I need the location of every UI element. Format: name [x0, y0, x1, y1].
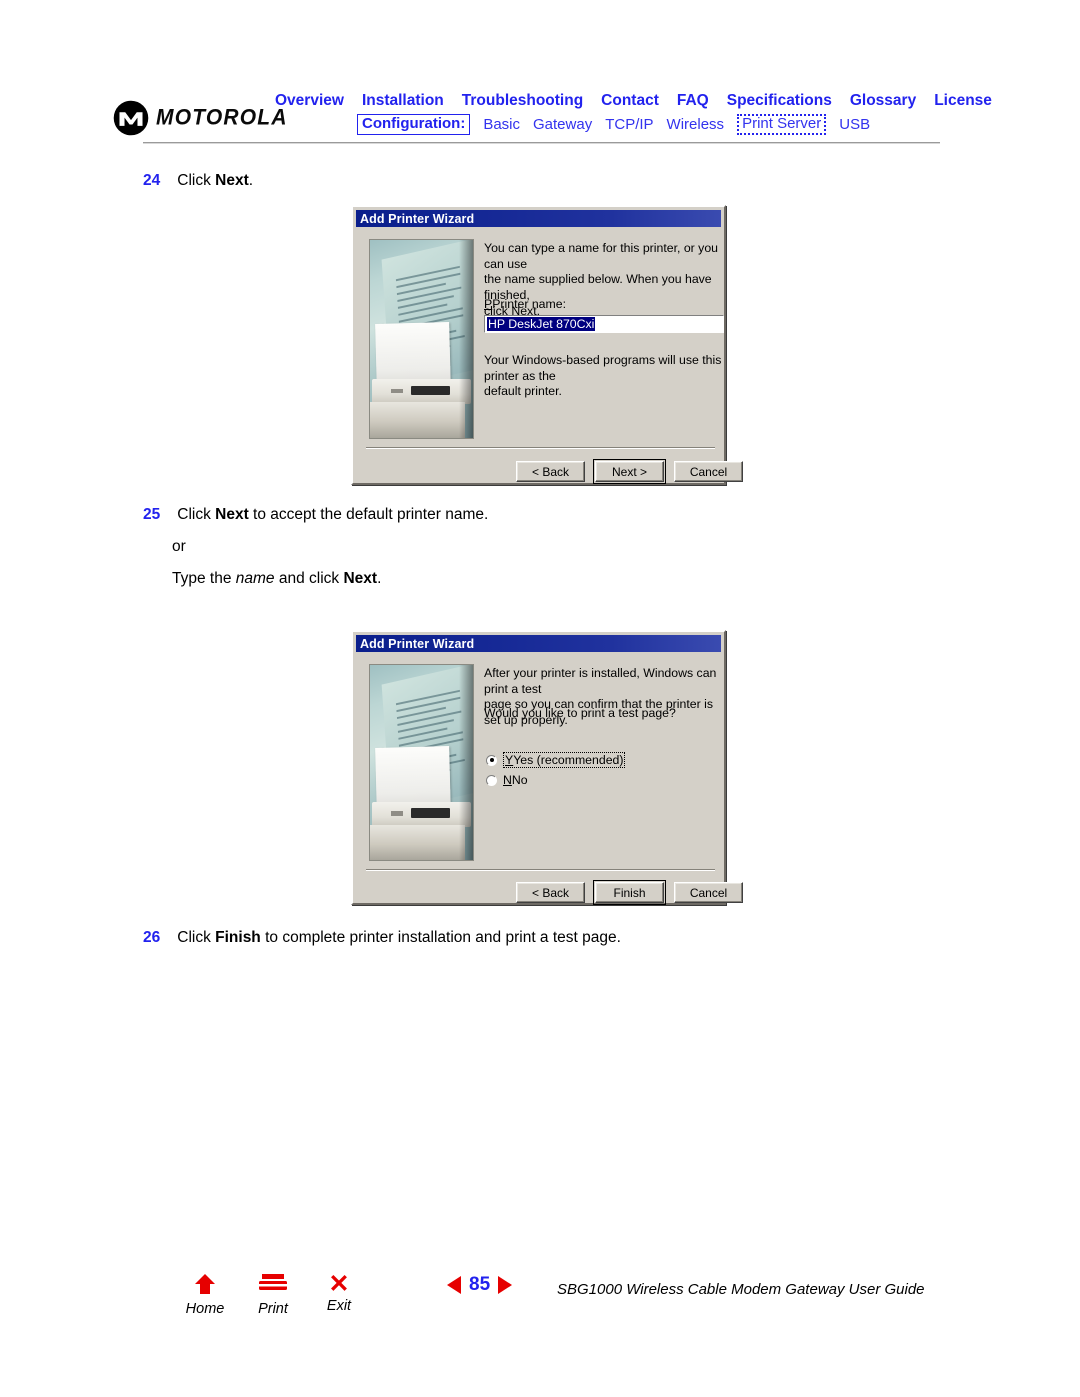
- nav-basic[interactable]: Basic: [483, 117, 520, 132]
- step-25: 25 Click Next to accept the default print…: [143, 505, 488, 526]
- secondary-nav: Configuration: Basic Gateway TCP/IP Wire…: [357, 114, 870, 135]
- step-26-text-post: to complete printer installation and pri…: [260, 929, 621, 946]
- step-24-text-post: .: [248, 172, 254, 189]
- step-25-number: 25: [143, 506, 161, 523]
- exit-button[interactable]: ✕ Exit: [307, 1270, 371, 1315]
- dialog2-body: After your printer is installed, Windows…: [356, 654, 743, 905]
- home-label: Home: [185, 1301, 225, 1317]
- radio-no-label: NNo: [503, 773, 528, 787]
- page-number: 85: [469, 1274, 491, 1295]
- printer-name-value: HP DeskJet 870Cxi: [487, 317, 596, 331]
- nav-glossary[interactable]: Glossary: [850, 93, 916, 109]
- step-26-text-pre: Click: [177, 929, 216, 946]
- step-25-alt-bold: Next: [343, 570, 378, 587]
- nav-tcpip[interactable]: TCP/IP: [605, 117, 653, 132]
- page-navigation: 85: [447, 1274, 513, 1296]
- radio-no-indicator-icon[interactable]: [486, 774, 497, 786]
- nav-usb[interactable]: USB: [839, 117, 870, 132]
- step-24-bold: Next: [215, 172, 249, 189]
- nav-print-server[interactable]: Print Server: [737, 114, 827, 135]
- nav-wireless[interactable]: Wireless: [667, 117, 725, 132]
- motorola-logo: MOTOROLA: [113, 100, 288, 136]
- dialog2-button-row: < Back Finish Cancel: [516, 880, 743, 905]
- page-header: MOTOROLA Overview Installation Troublesh…: [0, 0, 1080, 150]
- printer-name-label-text: Printer name:: [492, 297, 567, 311]
- step-25-alternative: Type the name and click Next.: [172, 570, 381, 588]
- step-26-bold: Finish: [215, 929, 261, 946]
- exit-x-icon: ✕: [328, 1270, 350, 1298]
- dialog1-button-row: < Back Next > Cancel: [516, 459, 743, 484]
- step-26-number: 26: [143, 929, 161, 946]
- radio-no[interactable]: NNo: [486, 773, 528, 787]
- step-25-text-pre: Click: [177, 506, 216, 523]
- nav-installation[interactable]: Installation: [362, 93, 444, 109]
- motorola-wordmark: MOTOROLA: [156, 105, 288, 130]
- dialog1-separator: [366, 447, 715, 449]
- printer-icon: [241, 1272, 305, 1300]
- step-25-alt-pre: Type the: [172, 570, 236, 587]
- dialog1-back-button[interactable]: < Back: [516, 461, 585, 482]
- step-24-text-pre: Click: [177, 172, 216, 189]
- dialog1-cancel-button[interactable]: Cancel: [674, 461, 743, 482]
- exit-label: Exit: [326, 1298, 352, 1314]
- radio-yes-recommended[interactable]: YYes (recommended): [486, 752, 626, 768]
- dialog1-note: Your Windows-based programs will use thi…: [484, 353, 729, 400]
- step-25-or: or: [172, 538, 186, 555]
- step-25-alt-italic: name: [235, 570, 275, 587]
- home-button[interactable]: Home: [173, 1272, 237, 1317]
- dialog1-instruction-line1: You can type a name for this printer, or…: [484, 241, 719, 271]
- nav-overview[interactable]: Overview: [275, 93, 344, 109]
- print-button[interactable]: Print: [241, 1272, 305, 1317]
- page-footer: Home Print ✕ Exit 85 SBG1000 Wireless Ca…: [0, 1250, 1080, 1330]
- dialog2-cancel-button[interactable]: Cancel: [674, 882, 743, 903]
- guide-title: SBG1000 Wireless Cable Modem Gateway Use…: [557, 1281, 925, 1298]
- print-icon: [259, 1274, 287, 1290]
- previous-page-icon[interactable]: [447, 1276, 461, 1294]
- print-label: Print: [258, 1301, 288, 1317]
- home-arrow-icon: [195, 1274, 215, 1294]
- dialog2-question: Would you like to print a test page?: [484, 706, 676, 720]
- home-icon: [173, 1272, 237, 1300]
- step-26: 26 Click Finish to complete printer insta…: [143, 928, 621, 949]
- dialog2-back-button[interactable]: < Back: [516, 882, 585, 903]
- nav-contact[interactable]: Contact: [601, 93, 659, 109]
- dialog1-note-line1: Your Windows-based programs will use thi…: [484, 353, 722, 383]
- printer-name-input[interactable]: HP DeskJet 870Cxi: [484, 315, 724, 333]
- nav-specifications[interactable]: Specifications: [727, 93, 832, 109]
- step-24-number: 24: [143, 172, 161, 189]
- page-root: MOTOROLA Overview Installation Troublesh…: [0, 0, 1080, 1397]
- step-25-bold: Next: [215, 506, 249, 523]
- step-25-alt-mid: and click: [274, 570, 344, 587]
- header-divider: [143, 142, 940, 144]
- primary-nav: Overview Installation Troubleshooting Co…: [275, 93, 992, 109]
- printer-name-label: PPrinter name:: [484, 297, 567, 311]
- nav-license[interactable]: License: [934, 93, 992, 109]
- dialog2-finish-button[interactable]: Finish: [593, 880, 666, 905]
- step-25-alt-post: .: [377, 570, 382, 587]
- wizard-printer-photo-2: [369, 664, 474, 861]
- radio-yes-label: YYes (recommended): [503, 752, 626, 768]
- dialog2-titlebar: Add Printer Wizard: [356, 635, 721, 652]
- step-24: 24 Click Next.: [143, 171, 253, 192]
- dialog2-instruction-line1: After your printer is installed, Windows…: [484, 666, 717, 696]
- radio-yes-indicator-icon[interactable]: [486, 754, 497, 766]
- add-printer-wizard-dialog-1[interactable]: Add Printer Wizard You can type a name f…: [351, 205, 743, 485]
- add-printer-wizard-dialog-2[interactable]: Add Printer Wizard After your printer is…: [351, 630, 743, 905]
- motorola-m-logo-icon: [113, 100, 149, 136]
- dialog1-body: You can type a name for this printer, or…: [356, 229, 743, 484]
- nav-gateway[interactable]: Gateway: [533, 117, 592, 132]
- dialog1-titlebar: Add Printer Wizard: [356, 210, 721, 227]
- dialog2-separator: [366, 869, 715, 871]
- step-25-text-post: to accept the default printer name.: [248, 506, 489, 523]
- dialog1-next-button[interactable]: Next >: [593, 459, 666, 484]
- wizard-printer-photo: [369, 239, 474, 439]
- next-page-icon[interactable]: [498, 1276, 513, 1294]
- dialog1-note-line2: default printer.: [484, 384, 562, 399]
- nav-troubleshooting[interactable]: Troubleshooting: [462, 93, 583, 109]
- configuration-label: Configuration:: [357, 114, 471, 135]
- nav-faq[interactable]: FAQ: [677, 93, 709, 109]
